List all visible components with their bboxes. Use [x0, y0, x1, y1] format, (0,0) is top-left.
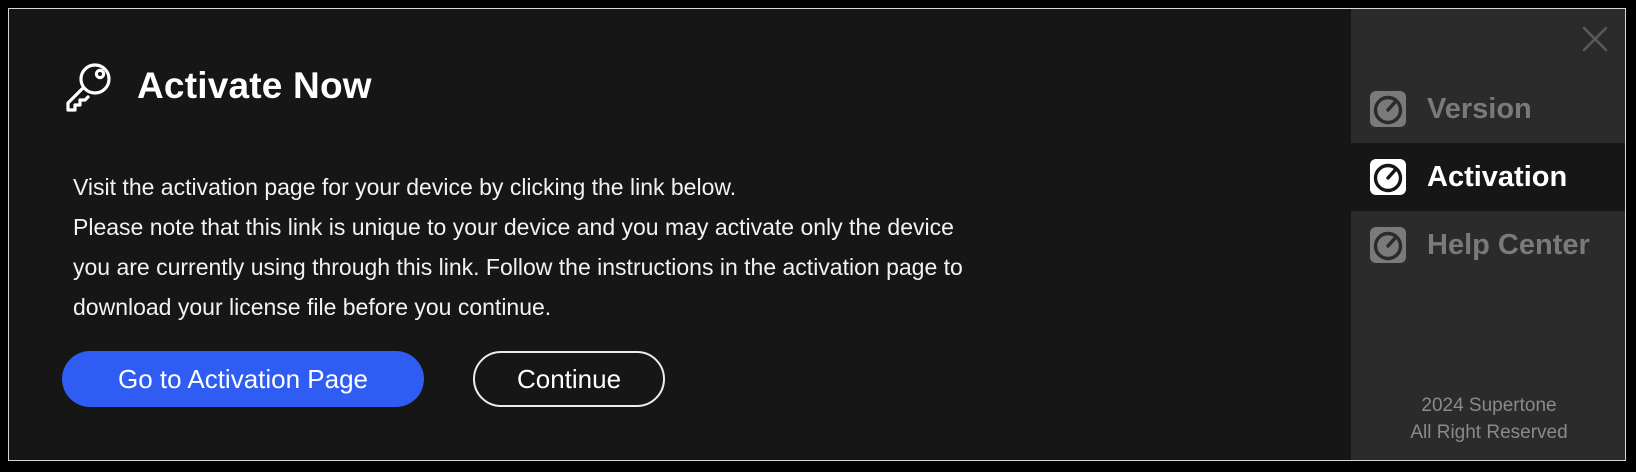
sidebar-item-label: Help Center: [1427, 228, 1590, 261]
close-icon[interactable]: [1579, 23, 1611, 55]
continue-button[interactable]: Continue: [473, 351, 665, 407]
sidebar-item-version[interactable]: Version: [1351, 75, 1625, 143]
gauge-icon: [1370, 227, 1406, 263]
instructions-line: you are currently using through this lin…: [73, 254, 963, 280]
sidebar-item-label: Version: [1427, 92, 1532, 125]
instructions-text: Visit the activation page for your devic…: [73, 167, 1253, 327]
page-title: Activate Now: [137, 65, 372, 106]
go-to-activation-page-button[interactable]: Go to Activation Page: [62, 351, 424, 407]
header: Activate Now: [61, 59, 372, 113]
action-buttons: Go to Activation Page Continue: [62, 351, 665, 407]
sidebar: Version Activation Help Center 2024 Supe…: [1351, 9, 1625, 460]
sidebar-nav: Version Activation Help Center: [1351, 75, 1625, 279]
sidebar-item-label: Activation: [1427, 160, 1568, 193]
sidebar-item-help-center[interactable]: Help Center: [1351, 211, 1625, 279]
activation-window: Activate Now Visit the activation page f…: [8, 8, 1626, 461]
instructions-line: Please note that this link is unique to …: [73, 214, 954, 240]
instructions-line: Visit the activation page for your devic…: [73, 174, 737, 200]
copyright-footer: 2024 Supertone All Right Reserved: [1351, 392, 1625, 446]
copyright-line: All Right Reserved: [1410, 422, 1568, 443]
gauge-icon: [1370, 91, 1406, 127]
key-icon: [66, 63, 111, 112]
main-panel: Activate Now Visit the activation page f…: [9, 9, 1351, 460]
copyright-line: 2024 Supertone: [1421, 395, 1557, 416]
gauge-icon: [1370, 159, 1406, 195]
instructions-line: download your license file before you co…: [73, 294, 552, 320]
sidebar-item-activation[interactable]: Activation: [1351, 143, 1625, 211]
